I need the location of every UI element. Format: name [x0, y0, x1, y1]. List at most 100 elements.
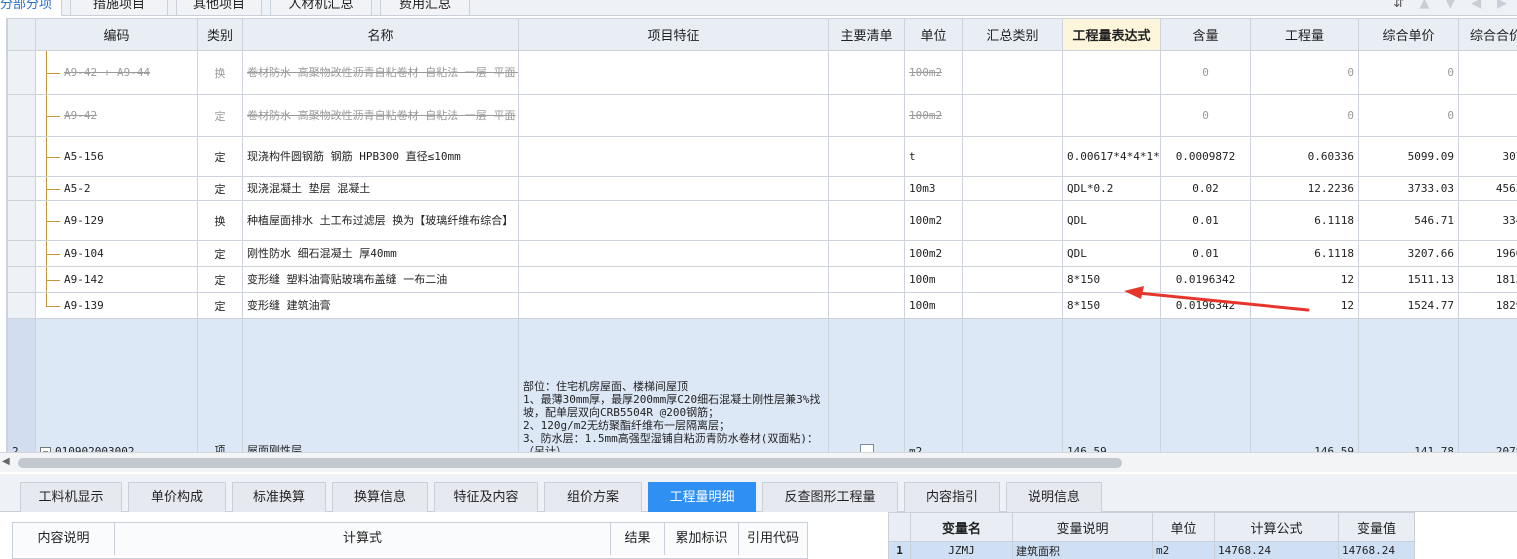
cell-var-formula[interactable]: 14768.24	[1214, 541, 1339, 559]
tab-reverse-lookup[interactable]: 反查图形工程量	[762, 482, 898, 512]
cell-price[interactable]: 3733.03	[1358, 176, 1459, 201]
col-total-price[interactable]: 综合合价	[1458, 18, 1517, 51]
main-list-checkbox[interactable]	[859, 444, 874, 452]
table-row[interactable]: A9-129 换 种植屋面排水 土工布过滤层 换为【玻璃纤维布综合】 100m2…	[7, 200, 1517, 241]
col-code[interactable]: 编码	[35, 18, 198, 51]
tab-price-composition[interactable]: 单价构成	[128, 482, 226, 512]
cell-name[interactable]: 现浇构件圆钢筋 钢筋 HPB300 直径≤10mm	[242, 136, 519, 177]
cell-main-list[interactable]	[828, 200, 905, 241]
cell-type[interactable]: 定	[197, 94, 243, 137]
cell-summary-type[interactable]	[962, 176, 1063, 201]
col-accumulate-flag[interactable]: 累加标识	[665, 523, 739, 555]
col-content[interactable]: 含量	[1160, 18, 1251, 51]
table-row-selected[interactable]: 2 −010902003002 项 屋面刚性层 部位：住宅机房屋面、楼梯间屋顶 …	[7, 318, 1517, 452]
tab-material-display[interactable]: 工料机显示	[20, 482, 122, 512]
col-result[interactable]: 结果	[611, 523, 665, 555]
cell-unit[interactable]: 100m2	[904, 200, 963, 241]
cell-content[interactable]: 0.0196342	[1160, 292, 1251, 319]
cell-name[interactable]: 卷材防水 高聚物改性沥青自粘卷材 自粘法 一层 平面	[242, 94, 519, 137]
cell-unit[interactable]: 100m2	[904, 94, 963, 137]
col-var-desc[interactable]: 变量说明	[1012, 512, 1153, 542]
cell-expression[interactable]	[1062, 50, 1161, 95]
cell-expression[interactable]: 146.59	[1062, 318, 1161, 452]
cell-code[interactable]: A9-104	[35, 240, 198, 267]
cell-quantity[interactable]: 146.59	[1250, 318, 1359, 452]
cell-feature[interactable]	[518, 136, 829, 177]
table-row[interactable]: A5-2 定 现浇混凝土 垫层 混凝土 10m3 QDL*0.2 0.02 12…	[7, 176, 1517, 201]
cell-content[interactable]: 0.02	[1160, 176, 1251, 201]
cell-unit[interactable]: 100m	[904, 266, 963, 293]
cell-expression[interactable]: QDL	[1062, 240, 1161, 267]
arrow-right-icon[interactable]: ▶	[1491, 0, 1513, 11]
cell-total[interactable]: 3341	[1458, 200, 1517, 241]
cell-summary-type[interactable]	[962, 240, 1063, 267]
cell-main-list[interactable]	[828, 318, 905, 452]
table-row[interactable]: A9-42 + A9-44 换 卷材防水 高聚物改性沥青自粘卷材 自粘法 一层 …	[7, 50, 1517, 95]
cell-content[interactable]: 0.01	[1160, 200, 1251, 241]
cell-price[interactable]: 0	[1358, 94, 1459, 137]
cell-code[interactable]: A9-42	[35, 94, 198, 137]
cell-code[interactable]: A9-139	[35, 292, 198, 319]
cell-feature[interactable]: 部位：住宅机房屋面、楼梯间屋顶 1、最薄30mm厚，最厚200mm厚C20细石混…	[518, 318, 829, 452]
cell-total[interactable]	[1458, 50, 1517, 95]
col-quantity-expression[interactable]: 工程量表达式	[1062, 18, 1161, 51]
cell-summary-type[interactable]	[962, 292, 1063, 319]
cell-name[interactable]: 屋面刚性层	[242, 318, 519, 452]
cell-main-list[interactable]	[828, 94, 905, 137]
cell-feature[interactable]	[518, 292, 829, 319]
cell-feature[interactable]	[518, 94, 829, 137]
cell-summary-type[interactable]	[962, 266, 1063, 293]
cell-name[interactable]: 卷材防水 高聚物改性沥青自粘卷材 自粘法 一层 平面 实际层数(层):2	[242, 50, 519, 95]
cell-main-list[interactable]	[828, 176, 905, 201]
cell-name[interactable]: 变形缝 塑料油膏贴玻璃布盖缝 一布二油	[242, 266, 519, 293]
cell-var-desc[interactable]: 建筑面积	[1012, 541, 1153, 559]
col-formula[interactable]: 计算式	[115, 523, 611, 555]
cell-main-list[interactable]	[828, 50, 905, 95]
cell-name[interactable]: 刚性防水 细石混凝土 厚40mm	[242, 240, 519, 267]
cell-summary-type[interactable]	[962, 200, 1063, 241]
cell-feature[interactable]	[518, 176, 829, 201]
cell-quantity[interactable]: 0	[1250, 50, 1359, 95]
table-row[interactable]: A9-139 定 变形缝 建筑油膏 100m 8*150 0.0196342 1…	[7, 292, 1517, 319]
cell-code[interactable]: A9-142	[35, 266, 198, 293]
cell-price[interactable]: 5099.09	[1358, 136, 1459, 177]
cell-expression[interactable]: QDL	[1062, 200, 1161, 241]
cell-quantity[interactable]: 0	[1250, 94, 1359, 137]
sort-icon[interactable]: ⇵	[1388, 0, 1410, 11]
cell-total[interactable]: 20783	[1458, 318, 1517, 452]
col-var-unit[interactable]: 单位	[1152, 512, 1215, 542]
cell-quantity[interactable]: 12	[1250, 266, 1359, 293]
cell-content[interactable]: 0	[1160, 50, 1251, 95]
cell-quantity[interactable]: 12	[1250, 292, 1359, 319]
cell-type[interactable]: 定	[197, 292, 243, 319]
cell-unit[interactable]: 100m2	[904, 240, 963, 267]
tab-fenbu-fenxiang[interactable]: 分部分项	[0, 0, 62, 16]
col-summary-type[interactable]: 汇总类别	[962, 18, 1063, 51]
table-row[interactable]: A5-156 定 现浇构件圆钢筋 钢筋 HPB300 直径≤10mm t 0.0…	[7, 136, 1517, 177]
cell-feature[interactable]	[518, 50, 829, 95]
cell-expression[interactable]: 8*150	[1062, 292, 1161, 319]
table-row[interactable]: A9-104 定 刚性防水 细石混凝土 厚40mm 100m2 QDL 0.01…	[7, 240, 1517, 267]
tab-conversion-info[interactable]: 换算信息	[332, 482, 428, 512]
col-name[interactable]: 名称	[242, 18, 519, 51]
col-reference-code[interactable]: 引用代码	[739, 523, 807, 555]
cell-unit[interactable]: 100m	[904, 292, 963, 319]
cell-code[interactable]: A9-42 + A9-44	[35, 50, 198, 95]
cell-unit[interactable]: 100m2	[904, 50, 963, 95]
cell-name[interactable]: 种植屋面排水 土工布过滤层 换为【玻璃纤维布综合】	[242, 200, 519, 241]
cell-total[interactable]: 3076	[1458, 136, 1517, 177]
cell-total[interactable]: 19604	[1458, 240, 1517, 267]
tab-features-content[interactable]: 特征及内容	[434, 482, 538, 512]
cell-price[interactable]: 0	[1358, 50, 1459, 95]
cell-price[interactable]: 141.78	[1358, 318, 1459, 452]
cell-total[interactable]: 18133	[1458, 266, 1517, 293]
tab-quantity-detail[interactable]: 工程量明细	[648, 482, 756, 512]
tab-feiyong-huizong[interactable]: 费用汇总	[380, 0, 470, 16]
tab-cuoshi-xiangmu[interactable]: 措施项目	[70, 0, 168, 16]
cell-price[interactable]: 546.71	[1358, 200, 1459, 241]
cell-price[interactable]: 1524.77	[1358, 292, 1459, 319]
cell-expression[interactable]: QDL*0.2	[1062, 176, 1161, 201]
col-feature[interactable]: 项目特征	[518, 18, 829, 51]
cell-main-list[interactable]	[828, 136, 905, 177]
cell-type[interactable]: 项	[197, 318, 243, 452]
